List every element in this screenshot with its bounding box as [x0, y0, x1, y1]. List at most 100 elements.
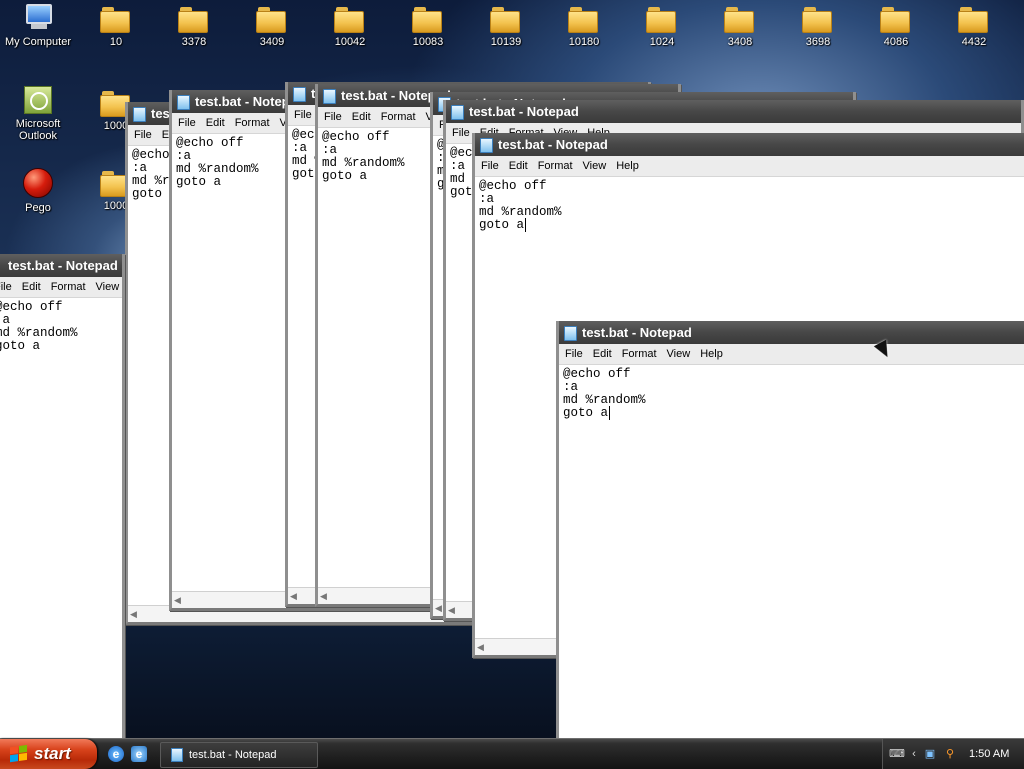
notepad-icon: [323, 89, 336, 104]
menu-edit[interactable]: Edit: [347, 107, 376, 127]
notepad-window-active[interactable]: test.bat - Notepad File Edit Format View Hel…: [556, 321, 1024, 738]
chevron-left-icon[interactable]: ‹: [907, 747, 921, 761]
scroll-left-icon[interactable]: ◀: [448, 605, 458, 615]
text-area[interactable]: @echo off:amd %random%goto a: [0, 298, 122, 356]
desktop-icon-label: 3698: [805, 36, 831, 48]
taskbar-button-label: test.bat - Notepad: [189, 749, 277, 761]
start-label: start: [34, 744, 71, 763]
desktop-icon-label: My Computer: [4, 36, 72, 48]
menu-bar: FileEditFormatViewHelp: [475, 156, 1024, 177]
show-desktop-icon[interactable]: e: [131, 746, 147, 762]
notepad-icon: [564, 326, 577, 341]
desktop-icon-folder[interactable]: 3378: [156, 4, 232, 48]
window-titlebar[interactable]: test.bat - Notepad: [559, 321, 1024, 344]
notepad-icon: [171, 748, 183, 762]
menu-format[interactable]: Format: [46, 277, 91, 297]
start-button[interactable]: start: [0, 739, 97, 769]
keyboard-icon[interactable]: ⌨: [889, 747, 905, 761]
menu-file[interactable]: File: [0, 277, 17, 297]
desktop-icon-label: Microsoft Outlook: [15, 118, 61, 142]
desktop-icon-label: 10042: [334, 36, 366, 48]
menu-edit[interactable]: Edit: [201, 113, 230, 133]
taskbar-button-notepad[interactable]: test.bat - Notepad: [160, 742, 318, 768]
scroll-left-icon[interactable]: ◀: [174, 595, 184, 605]
notepad-icon: [133, 107, 146, 122]
desktop-icon-label: 10: [109, 36, 123, 48]
desktop-icon-folder[interactable]: 10139: [468, 4, 544, 48]
menu-file[interactable]: File: [559, 344, 588, 364]
desktop-icon-pego[interactable]: Pego: [0, 168, 76, 214]
desktop-icon-folder[interactable]: 10: [78, 4, 154, 48]
desktop-icon-label: 3409: [259, 36, 285, 48]
window-titlebar[interactable]: test.bat - Notepad: [475, 133, 1024, 156]
menu-format[interactable]: Format: [617, 344, 662, 364]
desktop-icon-folder[interactable]: 10083: [390, 4, 466, 48]
menu-edit[interactable]: Edit: [504, 156, 533, 176]
text-line: md %random%: [563, 393, 646, 407]
folder-icon: [958, 4, 990, 33]
desktop-icon-label: 3408: [727, 36, 753, 48]
system-tray: ⌨ ‹ ▣ ⚲ 1:50 AM: [882, 739, 1024, 769]
desktop-icon-folder[interactable]: 4432: [936, 4, 1012, 48]
scroll-left-icon[interactable]: ◀: [290, 591, 300, 601]
window-titlebar[interactable]: test.bat - Notepad: [0, 254, 122, 277]
menu-help[interactable]: Help: [611, 156, 644, 176]
desktop-icon-folder[interactable]: 3408: [702, 4, 778, 48]
scroll-left-icon[interactable]: ◀: [320, 591, 330, 601]
menu-file[interactable]: File: [475, 156, 504, 176]
menu-format[interactable]: Format: [376, 107, 421, 127]
menu-help[interactable]: Help: [695, 344, 728, 364]
menu-file[interactable]: File: [172, 113, 201, 133]
folder-icon: [646, 4, 678, 33]
desktop-icon-label: 4432: [961, 36, 987, 48]
taskbar: start e e test.bat - Notepad ⌨ ‹ ▣ ⚲ 1:5…: [0, 738, 1024, 769]
text-line-value: goto a: [479, 218, 525, 232]
desktop-icon-folder[interactable]: 1024: [624, 4, 700, 48]
desktop-icon-folder[interactable]: 4086: [858, 4, 934, 48]
network-icon[interactable]: ▣: [923, 747, 937, 761]
menu-view[interactable]: View: [662, 344, 696, 364]
text-line: @echo off: [563, 367, 631, 381]
desktop-icon-folder[interactable]: 3698: [780, 4, 856, 48]
desktop-icon-my-computer[interactable]: My Computer: [0, 4, 76, 48]
text-area[interactable]: @echo off:amd %random%goto a: [559, 365, 1024, 423]
internet-explorer-icon[interactable]: e: [108, 746, 124, 762]
menu-bar: FileEditFormatViewHelp: [559, 344, 1024, 365]
menu-file[interactable]: File: [318, 107, 347, 127]
desktop-icon-label: Pego: [25, 202, 51, 214]
window-title: test.bat - Notepad: [8, 258, 118, 273]
menu-file[interactable]: File: [446, 123, 475, 143]
text-caret: [525, 218, 527, 232]
menu-bar: FileEditFormatViewHelp: [0, 277, 122, 298]
scroll-left-icon[interactable]: ◀: [130, 609, 140, 619]
desktop-icon-label: 10139: [490, 36, 522, 48]
notepad-window[interactable]: test.bat - Notepad FileEditFormatViewHel…: [0, 254, 125, 738]
desktop-icon-folder[interactable]: 3409: [234, 4, 310, 48]
desktop: My Computer 10 3378 3409 10042 10083 101…: [0, 0, 1024, 738]
menu-file[interactable]: File: [128, 125, 157, 145]
notepad-icon: [177, 95, 190, 110]
menu-format[interactable]: Format: [533, 156, 578, 176]
folder-icon: [334, 4, 366, 33]
scroll-left-icon[interactable]: ◀: [477, 642, 487, 652]
menu-edit[interactable]: Edit: [17, 277, 46, 297]
text-area[interactable]: @echo off:amd %random%goto a: [475, 177, 1024, 235]
desktop-icon-folder[interactable]: 10180: [546, 4, 622, 48]
desktop-icon-label: 1024: [649, 36, 675, 48]
menu-format[interactable]: Format: [230, 113, 275, 133]
menu-file[interactable]: File: [288, 105, 317, 125]
clock[interactable]: 1:50 AM: [969, 739, 1009, 769]
search-icon[interactable]: ⚲: [943, 747, 957, 761]
window-title: test.bat - Notepad: [469, 104, 579, 119]
text-line: @echo off: [0, 300, 63, 314]
menu-view[interactable]: View: [578, 156, 612, 176]
folder-icon: [178, 4, 210, 33]
menu-edit[interactable]: Edit: [588, 344, 617, 364]
window-titlebar[interactable]: test.bat - Notepad: [446, 100, 1021, 123]
desktop-icon-folder[interactable]: 10042: [312, 4, 388, 48]
desktop-icon-label: 10180: [568, 36, 600, 48]
text-line: goto a: [479, 218, 1023, 232]
menu-view[interactable]: View: [91, 277, 122, 297]
desktop-icon-microsoft-outlook[interactable]: Microsoft Outlook: [0, 86, 76, 142]
windows-flag-icon: [10, 744, 28, 764]
